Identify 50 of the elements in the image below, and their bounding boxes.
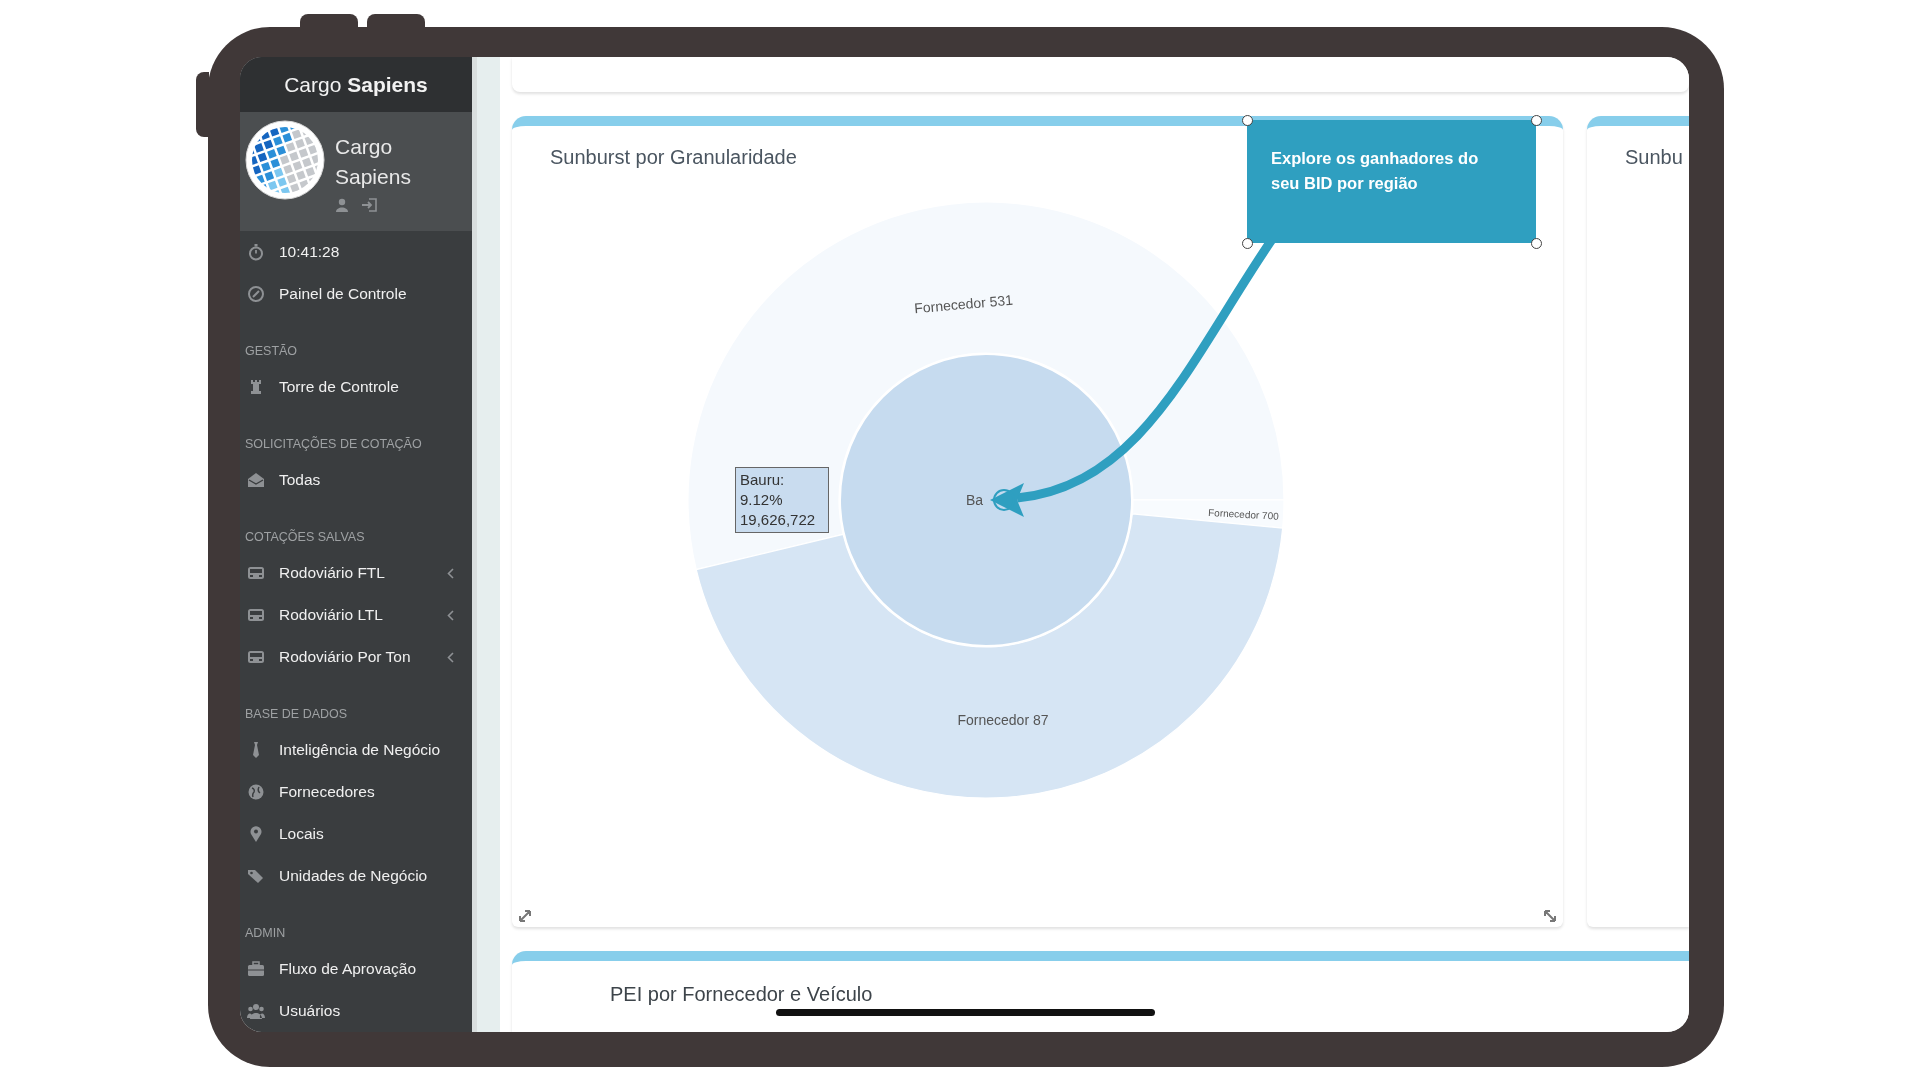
menu-item[interactable]: Fluxo de Aprovação xyxy=(240,948,472,990)
menu-item[interactable]: Fornecedores xyxy=(240,771,472,813)
segment-label: Fornecedor 87 xyxy=(957,712,1049,728)
menu-item[interactable]: Rodoviário Por Ton xyxy=(240,636,472,678)
stopwatch-icon xyxy=(247,243,265,261)
resize-handle[interactable] xyxy=(1242,238,1253,249)
resize-corner-icon[interactable] xyxy=(1543,909,1557,923)
menu-item[interactable]: Unidades de Negócio xyxy=(240,855,472,897)
center-label: Ba xyxy=(966,492,984,508)
menu-item[interactable]: Locais xyxy=(240,813,472,855)
user-icon[interactable] xyxy=(335,198,349,212)
expand-icon[interactable] xyxy=(518,909,532,923)
menu-item[interactable]: Torre de Controle xyxy=(240,366,472,408)
menu-item[interactable]: Painel de Controle xyxy=(240,273,472,315)
truck-icon xyxy=(247,606,265,624)
globe-icon xyxy=(247,783,265,801)
globe-logo-icon xyxy=(245,120,325,200)
menu-item[interactable]: Rodoviário FTL xyxy=(240,552,472,594)
menu-item[interactable]: Usuários xyxy=(240,990,472,1032)
sign-in-icon[interactable] xyxy=(361,198,377,212)
clock-text: 10:41:28 xyxy=(240,231,472,273)
tooltip-text: Bauru: xyxy=(740,470,786,490)
tooltip-text: 9.12% xyxy=(740,490,784,510)
section-label: COTAÇÕES SALVAS xyxy=(244,528,366,546)
section-label: BASE DE DADOS xyxy=(244,706,349,723)
menu-item[interactable]: Todas xyxy=(240,459,472,501)
section-label: ADMIN xyxy=(244,925,287,942)
users-icon xyxy=(247,1002,265,1020)
tags-icon xyxy=(247,867,265,885)
card-title: Sunbu xyxy=(1624,145,1683,170)
resize-handle[interactable] xyxy=(1531,238,1542,249)
segment-label: Fornecedor 700 xyxy=(1207,507,1279,522)
menu-item[interactable]: Rodoviário LTL xyxy=(240,594,472,636)
resize-handle[interactable] xyxy=(1242,115,1253,126)
briefcase-icon xyxy=(247,960,265,978)
section-label: GESTÃO xyxy=(244,343,299,360)
truck-icon xyxy=(247,564,265,582)
sunburst-center[interactable] xyxy=(839,353,1133,647)
gauge-icon xyxy=(247,285,265,303)
card-title: Sunburst por Granularidade xyxy=(549,145,797,170)
section-label: SOLICITAÇÕES DE COTAÇÃO xyxy=(244,435,423,453)
profile-name: Cargo Sapiens xyxy=(335,134,412,190)
menu-item[interactable]: Inteligência de Negócio xyxy=(240,729,472,771)
envelope-icon xyxy=(247,471,265,489)
card-title: PEI por Fornecedor e Veículo xyxy=(609,982,874,1006)
tooltip-text: 19,626,722 xyxy=(740,510,817,530)
segment-label: Fornecedor 531 xyxy=(913,291,1014,317)
truck-icon xyxy=(247,648,265,666)
app-title: Cargo Sapiens xyxy=(240,57,472,112)
resize-handle[interactable] xyxy=(1531,115,1542,126)
